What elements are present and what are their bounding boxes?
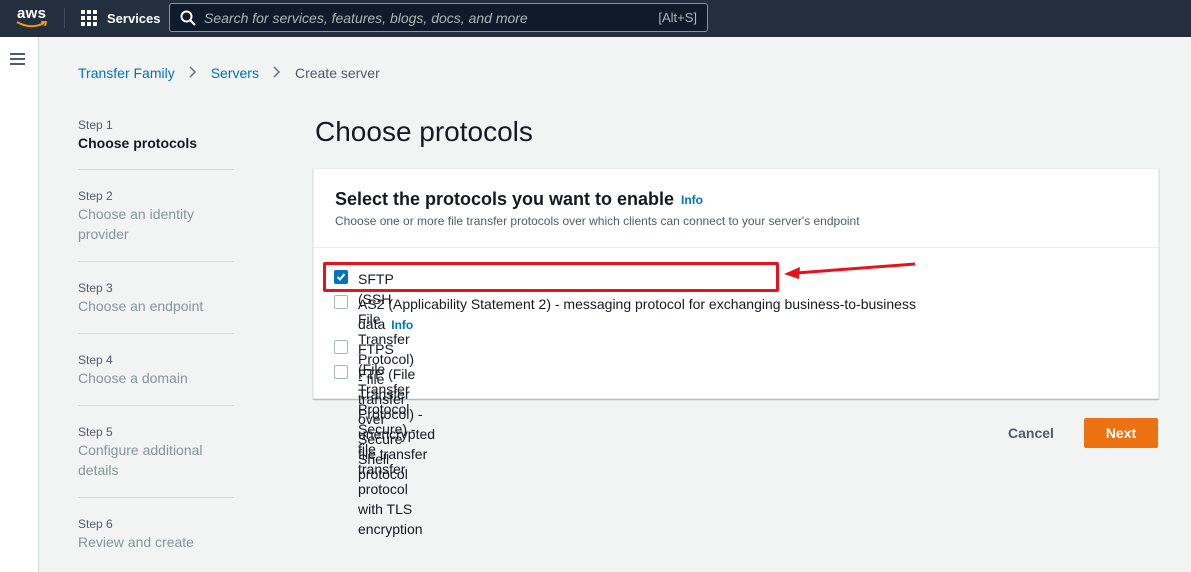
- aws-smile-icon: [16, 21, 48, 28]
- chevron-right-icon: [189, 65, 197, 81]
- breadcrumb-current: Create server: [294, 65, 380, 81]
- ftps-checkbox[interactable]: [334, 340, 348, 354]
- step-number: Step 4: [78, 353, 113, 367]
- step-number: Step 6: [78, 517, 113, 531]
- page-title: Choose protocols: [315, 116, 533, 147]
- aws-logo-text: aws: [17, 5, 47, 22]
- search-input[interactable]: [204, 8, 624, 28]
- step-title: Review and create: [78, 534, 194, 550]
- step-title: Choose protocols: [78, 135, 198, 151]
- grid-icon: [81, 9, 98, 27]
- aws-logo[interactable]: aws: [14, 5, 50, 31]
- protocol-option-as2[interactable]: AS2 (Applicability Statement 2) - messag…: [334, 294, 958, 335]
- as2-label-text: AS2 (Applicability Statement 2) - messag…: [358, 296, 916, 312]
- step-number: Step 5: [78, 425, 113, 439]
- ftp-checkbox[interactable]: [334, 365, 348, 379]
- next-button[interactable]: Next: [1084, 418, 1158, 448]
- ftp-label: FTP (File Transfer Protocol) - unencrypt…: [358, 366, 436, 482]
- panel-description: Choose one or more file transfer protoco…: [335, 214, 860, 228]
- search-icon: [180, 10, 196, 26]
- chevron-right-icon: [273, 65, 281, 81]
- wizard-steps: Step 1 Choose protocols Step 2 Choose an…: [78, 115, 234, 570]
- menu-icon[interactable]: [10, 53, 25, 65]
- breadcrumb: Transfer Family Servers Create server: [78, 65, 380, 81]
- services-menu-button[interactable]: Services: [81, 9, 161, 27]
- checkmark-icon: [336, 273, 346, 281]
- step-6: Step 6 Review and create: [78, 498, 234, 570]
- step-1: Step 1 Choose protocols: [78, 115, 234, 170]
- as2-label-text-line2: data: [358, 316, 386, 332]
- panel-title: Select the protocols you want to enable: [335, 189, 675, 209]
- step-title: Choose an endpoint: [78, 298, 204, 314]
- breadcrumb-transfer-family[interactable]: Transfer Family: [78, 65, 175, 81]
- services-label: Services: [107, 10, 161, 26]
- sftp-checkbox[interactable]: [334, 270, 348, 284]
- side-rail: [0, 37, 39, 572]
- step-number: Step 2: [78, 189, 113, 203]
- step-title: Configure additional details: [78, 442, 203, 478]
- annotation-arrow-icon: [784, 262, 916, 279]
- as2-info-link[interactable]: Info: [391, 318, 413, 332]
- nav-divider: [64, 8, 65, 28]
- as2-checkbox[interactable]: [334, 295, 348, 309]
- step-2: Step 2 Choose an identity provider: [78, 170, 234, 262]
- info-link[interactable]: Info: [681, 193, 703, 207]
- breadcrumb-servers[interactable]: Servers: [211, 65, 259, 81]
- search-shortcut-hint: [Alt+S]: [658, 10, 697, 25]
- protocols-panel: Select the protocols you want to enable …: [313, 168, 1159, 537]
- search-bar[interactable]: [Alt+S]: [169, 3, 708, 32]
- step-5: Step 5 Configure additional details: [78, 406, 234, 498]
- cancel-button[interactable]: Cancel: [996, 418, 1066, 448]
- top-navigation: aws Services [Alt+S]: [0, 0, 1191, 37]
- step-title: Choose a domain: [78, 370, 188, 386]
- step-number: Step 1: [78, 118, 113, 132]
- panel-header: Select the protocols you want to enable …: [314, 169, 1158, 248]
- as2-label: AS2 (Applicability Statement 2) - messag…: [358, 294, 958, 335]
- step-4: Step 4 Choose a domain: [78, 334, 234, 406]
- step-number: Step 3: [78, 281, 113, 295]
- protocol-option-ftp[interactable]: FTP (File Transfer Protocol) - unencrypt…: [334, 364, 435, 484]
- step-title: Choose an identity provider: [78, 206, 194, 242]
- step-3: Step 3 Choose an endpoint: [78, 262, 234, 334]
